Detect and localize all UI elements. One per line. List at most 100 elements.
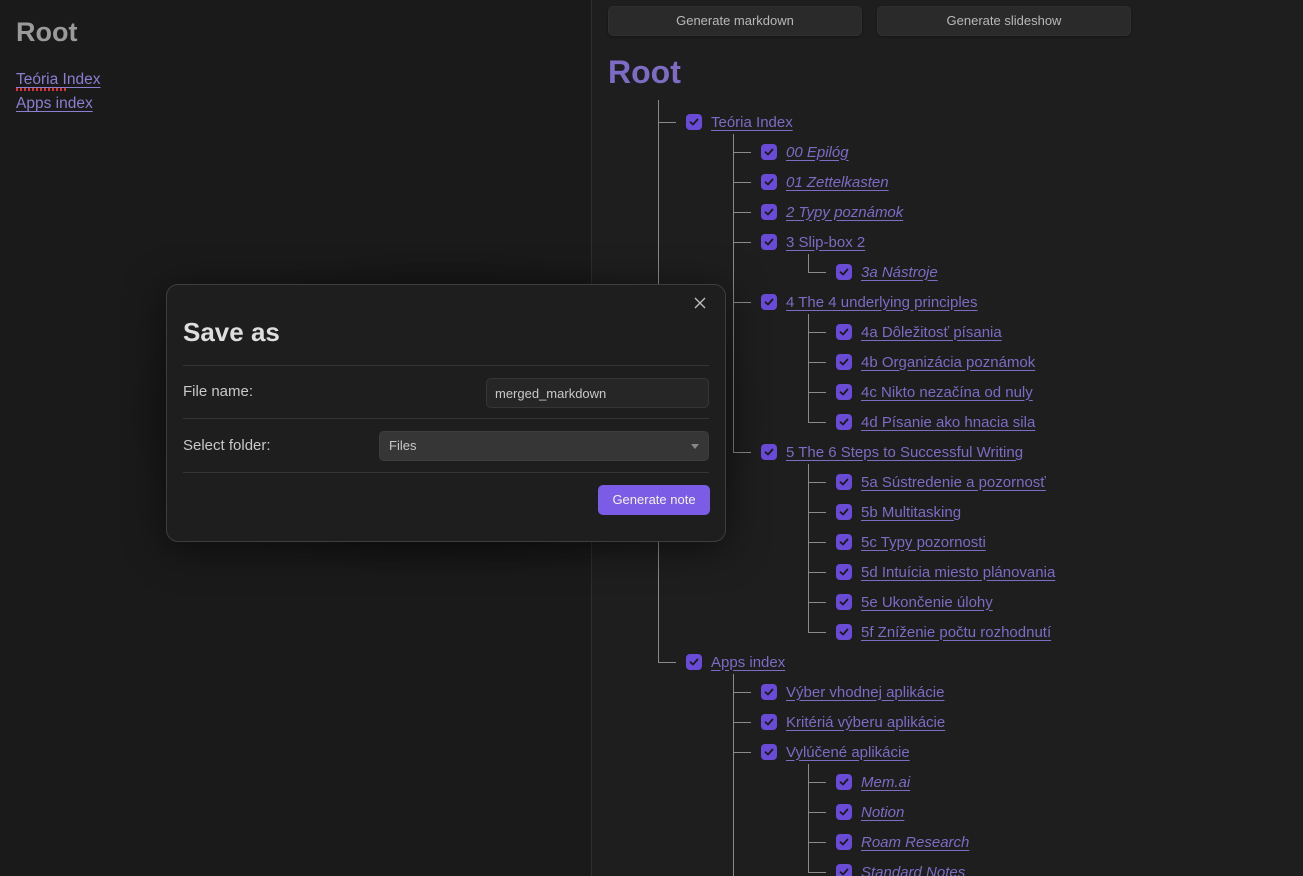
tree-item-link[interactable]: Výber vhodnej aplikácie bbox=[786, 684, 944, 701]
tree-connector bbox=[733, 212, 751, 213]
tree-connector bbox=[808, 392, 826, 393]
tree-connector bbox=[808, 842, 826, 843]
tree-trunk bbox=[808, 764, 809, 873]
tree-connector bbox=[808, 332, 826, 333]
tree-item-link[interactable]: 3a Nástroje bbox=[861, 264, 938, 281]
generate-note-button[interactable]: Generate note bbox=[598, 485, 710, 515]
checkbox[interactable] bbox=[761, 684, 777, 700]
tree-item-link[interactable]: 5c Typy pozornosti bbox=[861, 534, 986, 551]
tree-item: Mem.ai bbox=[836, 771, 910, 793]
tree-item-link[interactable]: 4b Organizácia poznámok bbox=[861, 354, 1035, 371]
tree-item-link[interactable]: 3 Slip-box 2 bbox=[786, 234, 865, 251]
tree-item: 4c Nikto nezačína od nuly bbox=[836, 381, 1033, 403]
tree-connector bbox=[733, 692, 751, 693]
tree-item-link[interactable]: 01 Zettelkasten bbox=[786, 174, 889, 191]
tree-item: 4b Organizácia poznámok bbox=[836, 351, 1035, 373]
check-icon bbox=[839, 868, 849, 876]
tree-connector bbox=[808, 812, 826, 813]
tree-item-link[interactable]: 5 The 6 Steps to Successful Writing bbox=[786, 444, 1023, 461]
checkbox[interactable] bbox=[836, 804, 852, 820]
divider bbox=[183, 418, 709, 419]
tree-trunk bbox=[808, 254, 809, 273]
generate-markdown-button[interactable]: Generate markdown bbox=[608, 6, 862, 36]
tree-connector bbox=[658, 122, 676, 123]
tree-item-link[interactable]: Mem.ai bbox=[861, 774, 910, 791]
checkbox[interactable] bbox=[761, 714, 777, 730]
check-icon bbox=[839, 268, 849, 276]
checkbox[interactable] bbox=[836, 474, 852, 490]
check-icon bbox=[689, 658, 699, 666]
tree-item-link[interactable]: 4d Písanie ako hnacia sila bbox=[861, 414, 1035, 431]
checkbox[interactable] bbox=[836, 774, 852, 790]
tree-connector bbox=[733, 152, 751, 153]
chevron-down-icon bbox=[691, 444, 699, 449]
folder-select[interactable]: Files bbox=[379, 431, 709, 461]
checkbox[interactable] bbox=[836, 384, 852, 400]
tree-item-link[interactable]: Teória Index bbox=[711, 114, 793, 131]
tree-item-link[interactable]: Apps index bbox=[711, 654, 785, 671]
tree-item: Standard Notes bbox=[836, 861, 965, 876]
checkbox[interactable] bbox=[761, 294, 777, 310]
generate-slideshow-button[interactable]: Generate slideshow bbox=[877, 6, 1131, 36]
tree-item-link[interactable]: 4a Dôležitosť písania bbox=[861, 324, 1002, 341]
checkbox[interactable] bbox=[836, 324, 852, 340]
checkbox[interactable] bbox=[761, 234, 777, 250]
checkbox[interactable] bbox=[761, 204, 777, 220]
tree-item-link[interactable]: Kritériá výberu aplikácie bbox=[786, 714, 945, 731]
tree-item-link[interactable]: Vylúčené aplikácie bbox=[786, 744, 910, 761]
checkbox[interactable] bbox=[836, 834, 852, 850]
tree-item-link[interactable]: 5b Multitasking bbox=[861, 504, 961, 521]
tree-item-link[interactable]: 5a Sústredenie a pozornosť bbox=[861, 474, 1046, 491]
tree-item-link[interactable]: 2 Typy poznámok bbox=[786, 204, 903, 221]
tree-connector bbox=[733, 752, 751, 753]
tree-connector bbox=[733, 182, 751, 183]
check-icon bbox=[764, 298, 774, 306]
tree-connector bbox=[808, 632, 826, 633]
tree-item-link[interactable]: 00 Epilóg bbox=[786, 144, 849, 161]
checkbox[interactable] bbox=[836, 534, 852, 550]
checkbox[interactable] bbox=[761, 444, 777, 460]
tree-item: 5e Ukončenie úlohy bbox=[836, 591, 993, 613]
tree-item: 2 Typy poznámok bbox=[761, 201, 903, 223]
checkbox[interactable] bbox=[836, 624, 852, 640]
checkbox[interactable] bbox=[836, 504, 852, 520]
tree-item-link[interactable]: 4 The 4 underlying principles bbox=[786, 294, 978, 311]
checkbox[interactable] bbox=[836, 354, 852, 370]
tree-connector bbox=[808, 542, 826, 543]
checkbox[interactable] bbox=[836, 864, 852, 876]
checkbox[interactable] bbox=[836, 594, 852, 610]
file-name-input[interactable] bbox=[486, 378, 709, 408]
tree-item: Vylúčené aplikácie bbox=[761, 741, 910, 763]
tree-item-link[interactable]: Notion bbox=[861, 804, 904, 821]
tree-item-link[interactable]: 4c Nikto nezačína od nuly bbox=[861, 384, 1033, 401]
close-icon bbox=[694, 297, 706, 309]
checkbox[interactable] bbox=[761, 174, 777, 190]
tree-connector bbox=[808, 272, 826, 273]
tree-item: 5 The 6 Steps to Successful Writing bbox=[761, 441, 1023, 463]
checkbox[interactable] bbox=[836, 264, 852, 280]
tree-item: Apps index bbox=[686, 651, 785, 673]
tree-item: 5c Typy pozornosti bbox=[836, 531, 986, 553]
check-icon bbox=[839, 358, 849, 366]
divider bbox=[183, 365, 709, 366]
tree-item-link[interactable]: 5d Intuícia miesto plánovania bbox=[861, 564, 1055, 581]
left-page-title: Root bbox=[16, 17, 78, 47]
check-icon bbox=[839, 478, 849, 486]
checkbox[interactable] bbox=[761, 144, 777, 160]
tree-trunk bbox=[808, 314, 809, 423]
checkbox[interactable] bbox=[686, 654, 702, 670]
tree-connector bbox=[733, 302, 751, 303]
select-folder-label: Select folder: bbox=[183, 437, 271, 454]
close-button[interactable] bbox=[691, 294, 709, 312]
checkbox[interactable] bbox=[836, 564, 852, 580]
link-apps-index[interactable]: Apps index bbox=[16, 92, 93, 116]
checkbox[interactable] bbox=[836, 414, 852, 430]
tree-item-link[interactable]: 5e Ukončenie úlohy bbox=[861, 594, 993, 611]
check-icon bbox=[839, 838, 849, 846]
checkbox[interactable] bbox=[761, 744, 777, 760]
checkbox[interactable] bbox=[686, 114, 702, 130]
tree-item-link[interactable]: Standard Notes bbox=[861, 864, 965, 876]
tree-item-link[interactable]: Roam Research bbox=[861, 834, 969, 851]
save-as-modal: Save as File name: Select folder: Files … bbox=[166, 284, 726, 542]
tree-item-link[interactable]: 5f Zníženie počtu rozhodnutí bbox=[861, 624, 1051, 641]
